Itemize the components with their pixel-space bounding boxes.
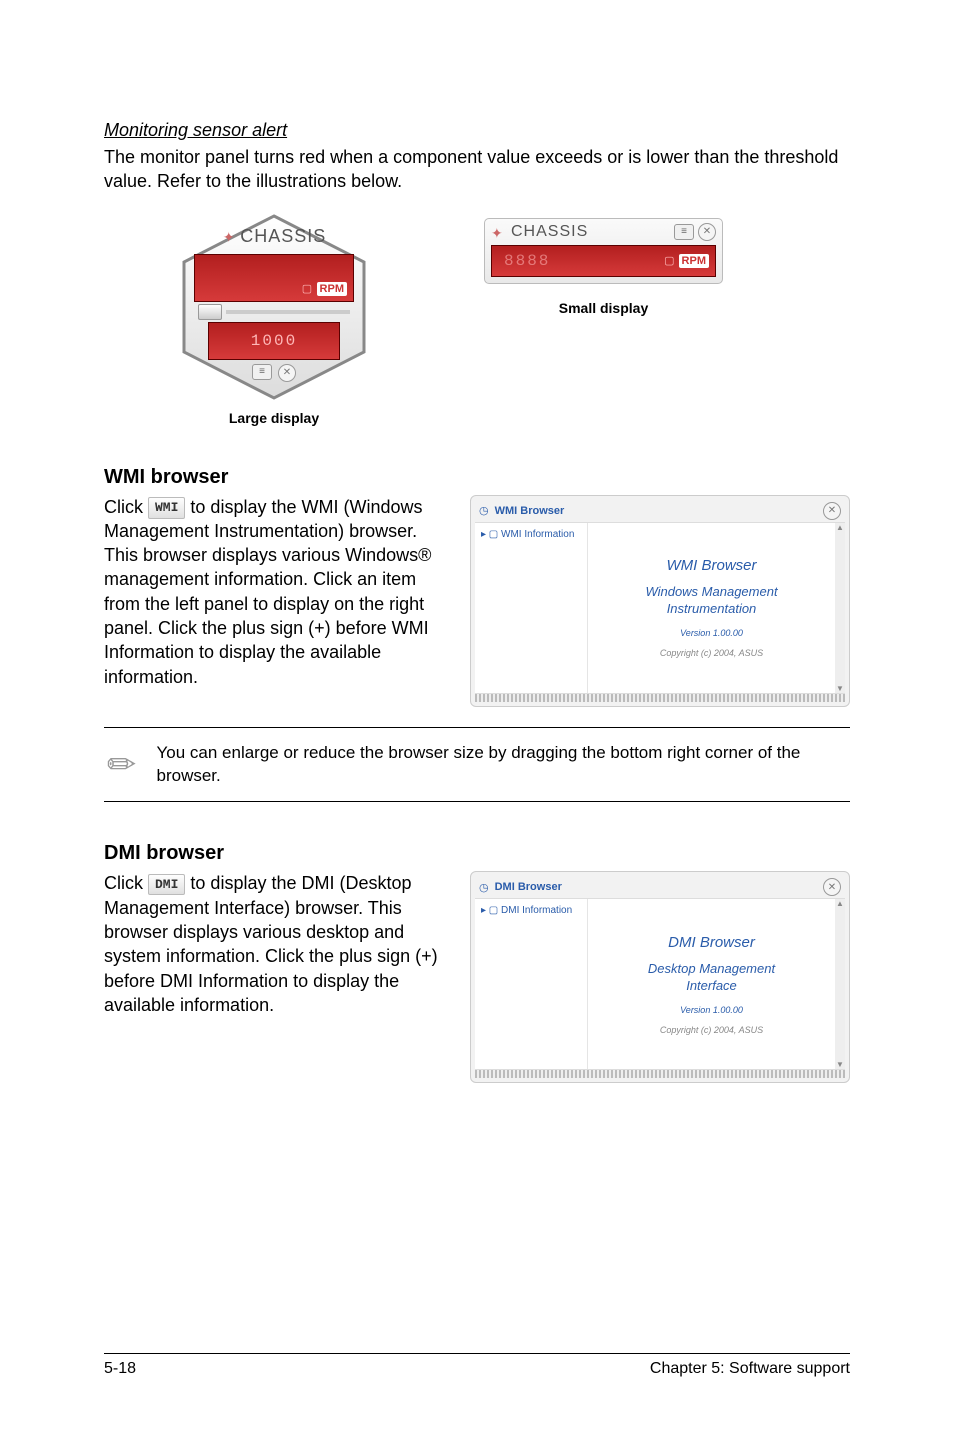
small-display-figure: ✦ CHASSIS ≡ ✕ 8888 ▢ RPM [484, 218, 723, 284]
small-value: 8888 [504, 252, 550, 270]
pencil-icon: ✎ [98, 740, 146, 788]
window-close-icon[interactable]: ✕ [823, 878, 841, 896]
wmi-copyright: Copyright (c) 2004, ASUS [660, 648, 763, 658]
monitoring-heading: Monitoring sensor alert [104, 120, 850, 141]
fan-icon: ✦ [222, 229, 236, 243]
dmi-content-sub: Desktop Management Interface [648, 961, 775, 995]
slider-thumb[interactable] [198, 304, 222, 320]
wmi-tree-root[interactable]: WMI Information [501, 529, 574, 540]
dmi-window-title: DMI Browser [495, 881, 562, 893]
fan-small-icon: ▢ [302, 283, 312, 295]
dmi-version: Version 1.00.00 [680, 1005, 743, 1015]
close-icon[interactable]: ✕ [698, 223, 716, 241]
page-number: 5-18 [104, 1360, 136, 1378]
large-chassis-label: CHASSIS [240, 226, 326, 246]
wmi-browser-figure: ◷ WMI Browser ✕ ▸ ▢ WMI Information WMI … [470, 495, 850, 707]
close-icon[interactable]: ✕ [278, 364, 296, 382]
dmi-content-title: DMI Browser [668, 934, 755, 951]
dmi-browser-figure: ◷ DMI Browser ✕ ▸ ▢ DMI Information DMI … [470, 871, 850, 1083]
rpm-tag-small: RPM [679, 254, 709, 268]
settings-chip-icon[interactable]: ≡ [252, 364, 272, 380]
dmi-paragraph: Click DMI to display the DMI (Desktop Ma… [104, 871, 440, 1017]
wmi-content-sub: Windows Management Instrumentation [645, 584, 777, 618]
wmi-button[interactable]: WMI [148, 497, 185, 519]
note-box: ✎ You can enlarge or reduce the browser … [104, 727, 850, 803]
large-display-caption: Large display [229, 410, 319, 426]
scrollbar[interactable]: ▲▼ [835, 523, 845, 693]
note-text: You can enlarge or reduce the browser si… [157, 742, 847, 788]
app-gear-icon: ◷ [479, 881, 489, 894]
settings-chip-icon[interactable]: ≡ [674, 224, 694, 240]
dmi-button[interactable]: DMI [148, 874, 185, 896]
dmi-heading: DMI browser [104, 842, 850, 865]
wmi-content-title: WMI Browser [667, 557, 757, 574]
resize-grip[interactable] [475, 1070, 845, 1078]
large-display-figure: ✦ CHASSIS ▢ RPM [174, 212, 374, 402]
scrollbar[interactable]: ▲▼ [835, 899, 845, 1069]
large-lower-value: 1000 [251, 332, 297, 350]
rpm-tag-upper: RPM [317, 282, 347, 296]
app-gear-icon: ◷ [479, 504, 489, 517]
small-chassis-label: CHASSIS [511, 223, 588, 241]
chapter-label: Chapter 5: Software support [650, 1360, 850, 1378]
wmi-window-title: WMI Browser [495, 505, 565, 517]
wmi-paragraph: Click WMI to display the WMI (Windows Ma… [104, 495, 440, 689]
dmi-tree-root[interactable]: DMI Information [501, 905, 572, 916]
wmi-version: Version 1.00.00 [680, 628, 743, 638]
dmi-copyright: Copyright (c) 2004, ASUS [660, 1025, 763, 1035]
resize-grip[interactable] [475, 694, 845, 702]
wmi-heading: WMI browser [104, 466, 850, 489]
fan-icon: ✦ [491, 225, 505, 239]
fan-small-icon: ▢ [664, 254, 674, 267]
window-close-icon[interactable]: ✕ [823, 502, 841, 520]
monitoring-body: The monitor panel turns red when a compo… [104, 145, 850, 194]
small-display-caption: Small display [559, 300, 648, 316]
tree-expand-icon[interactable]: ▸ ▢ [481, 905, 501, 916]
tree-expand-icon[interactable]: ▸ ▢ [481, 529, 501, 540]
